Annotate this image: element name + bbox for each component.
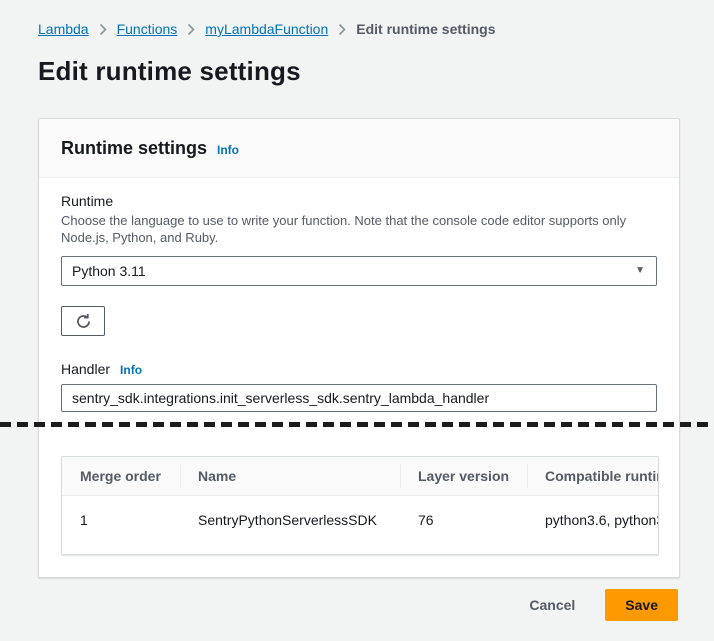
chevron-right-icon [186,23,196,36]
breadcrumb-link-functions[interactable]: Functions [117,21,178,37]
panel-body: Runtime Choose the language to use to wr… [39,178,679,555]
cell-name: SentryPythonServerlessSDK [180,496,400,554]
refresh-icon [75,313,92,330]
column-header-compatible-runtimes: Compatible runtimes [527,457,659,495]
page-title: Edit runtime settings [38,56,301,87]
runtime-field-label: Runtime [61,192,657,210]
column-header-name: Name [180,457,400,495]
footer-actions: Cancel Save [38,589,678,621]
caret-down-icon: ▼ [635,257,645,285]
handler-field-label: Handler [61,360,110,378]
cell-layer-version: 76 [400,496,527,554]
layers-table-inner: Merge order Name Layer version Compatibl… [62,457,659,554]
save-button[interactable]: Save [605,589,678,621]
runtime-field-description: Choose the language to use to write your… [61,212,657,246]
column-header-layer-version: Layer version [400,457,527,495]
breadcrumb-link-lambda[interactable]: Lambda [38,21,89,37]
screenshot-snip-divider [0,422,714,427]
layers-table: Merge order Name Layer version Compatibl… [61,456,659,555]
breadcrumb: Lambda Functions myLambdaFunction Edit r… [38,21,495,37]
handler-label-row: Handler Info [61,360,657,378]
panel-header: Runtime settings Info [39,119,679,178]
chevron-right-icon [98,23,108,36]
cancel-button[interactable]: Cancel [529,597,575,613]
runtime-settings-panel: Runtime settings Info Runtime Choose the… [38,118,680,578]
breadcrumb-current-page: Edit runtime settings [356,21,495,37]
breadcrumb-link-function-name[interactable]: myLambdaFunction [205,21,328,37]
runtime-select[interactable]: Python 3.11 ▼ [61,256,657,286]
handler-info-link[interactable]: Info [120,363,142,377]
panel-info-link[interactable]: Info [217,143,239,157]
handler-input[interactable] [61,384,657,412]
chevron-right-icon [337,23,347,36]
runtime-select-value: Python 3.11 [72,263,146,279]
refresh-runtimes-button[interactable] [61,306,105,336]
layers-table-header: Merge order Name Layer version Compatibl… [62,457,659,496]
table-row: 1 SentryPythonServerlessSDK 76 python3.6… [62,496,659,554]
cell-merge-order: 1 [62,496,180,554]
cell-compatible-runtimes: python3.6, python3.7, python3.8, python3… [527,496,659,554]
column-header-merge-order: Merge order [62,457,180,495]
panel-title: Runtime settings [61,138,207,159]
